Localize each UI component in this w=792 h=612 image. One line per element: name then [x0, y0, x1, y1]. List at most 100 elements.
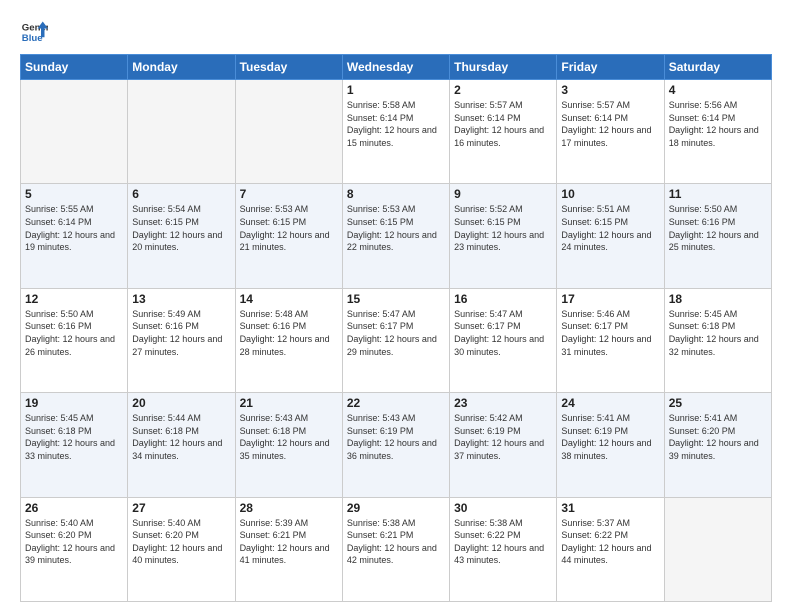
header: General Blue — [20, 18, 772, 46]
day-number: 1 — [347, 83, 445, 97]
calendar-cell: 29 Sunrise: 5:38 AMSunset: 6:21 PMDayligh… — [342, 497, 449, 601]
day-number: 11 — [669, 187, 767, 201]
day-info: Sunrise: 5:38 AMSunset: 6:21 PMDaylight:… — [347, 517, 445, 567]
calendar-cell: 9 Sunrise: 5:52 AMSunset: 6:15 PMDaylight… — [450, 184, 557, 288]
day-info: Sunrise: 5:38 AMSunset: 6:22 PMDaylight:… — [454, 517, 552, 567]
weekday-header: Wednesday — [342, 55, 449, 80]
calendar-cell: 21Sunrise: 5:43 AMSunset: 6:18 PMDayligh… — [235, 393, 342, 497]
day-info: Sunrise: 5:44 AMSunset: 6:18 PMDaylight:… — [132, 412, 230, 462]
day-info: Sunrise: 5:48 AMSunset: 6:16 PMDaylight:… — [240, 308, 338, 358]
day-info: Sunrise: 5:50 AMSunset: 6:16 PMDaylight:… — [669, 203, 767, 253]
day-number: 16 — [454, 292, 552, 306]
day-number: 31 — [561, 501, 659, 515]
day-info: Sunrise: 5:40 AMSunset: 6:20 PMDaylight:… — [132, 517, 230, 567]
calendar-cell: 17 Sunrise: 5:46 AMSunset: 6:17 PMDayligh… — [557, 288, 664, 392]
calendar-cell: 23Sunrise: 5:42 AMSunset: 6:19 PMDayligh… — [450, 393, 557, 497]
weekday-header: Tuesday — [235, 55, 342, 80]
day-number: 3 — [561, 83, 659, 97]
calendar-cell: 30 Sunrise: 5:38 AMSunset: 6:22 PMDayligh… — [450, 497, 557, 601]
logo: General Blue — [20, 18, 48, 46]
calendar-cell: 19 Sunrise: 5:45 AMSunset: 6:18 PMDayligh… — [21, 393, 128, 497]
day-number: 22 — [347, 396, 445, 410]
day-number: 29 — [347, 501, 445, 515]
day-number: 19 — [25, 396, 123, 410]
calendar-cell — [21, 80, 128, 184]
day-number: 28 — [240, 501, 338, 515]
calendar-cell: 25 Sunrise: 5:41 AMSunset: 6:20 PMDayligh… — [664, 393, 771, 497]
day-number: 9 — [454, 187, 552, 201]
day-number: 26 — [25, 501, 123, 515]
day-info: Sunrise: 5:41 AMSunset: 6:19 PMDaylight:… — [561, 412, 659, 462]
day-number: 6 — [132, 187, 230, 201]
calendar-cell: 27Sunrise: 5:40 AMSunset: 6:20 PMDayligh… — [128, 497, 235, 601]
day-info: Sunrise: 5:50 AMSunset: 6:16 PMDaylight:… — [25, 308, 123, 358]
day-info: Sunrise: 5:52 AMSunset: 6:15 PMDaylight:… — [454, 203, 552, 253]
day-number: 5 — [25, 187, 123, 201]
day-info: Sunrise: 5:45 AMSunset: 6:18 PMDaylight:… — [669, 308, 767, 358]
day-number: 18 — [669, 292, 767, 306]
svg-text:Blue: Blue — [22, 33, 43, 44]
day-info: Sunrise: 5:37 AMSunset: 6:22 PMDaylight:… — [561, 517, 659, 567]
calendar-cell: 10 Sunrise: 5:51 AMSunset: 6:15 PMDayligh… — [557, 184, 664, 288]
day-info: Sunrise: 5:46 AMSunset: 6:17 PMDaylight:… — [561, 308, 659, 358]
calendar-cell: 2Sunrise: 5:57 AMSunset: 6:14 PMDaylight… — [450, 80, 557, 184]
calendar-cell: 12 Sunrise: 5:50 AMSunset: 6:16 PMDayligh… — [21, 288, 128, 392]
day-number: 30 — [454, 501, 552, 515]
day-info: Sunrise: 5:40 AMSunset: 6:20 PMDaylight:… — [25, 517, 123, 567]
day-info: Sunrise: 5:49 AMSunset: 6:16 PMDaylight:… — [132, 308, 230, 358]
day-number: 12 — [25, 292, 123, 306]
weekday-header-row: SundayMondayTuesdayWednesdayThursdayFrid… — [21, 55, 772, 80]
calendar-week-row: 12 Sunrise: 5:50 AMSunset: 6:16 PMDayligh… — [21, 288, 772, 392]
day-number: 4 — [669, 83, 767, 97]
calendar-cell: 26 Sunrise: 5:40 AMSunset: 6:20 PMDayligh… — [21, 497, 128, 601]
day-info: Sunrise: 5:45 AMSunset: 6:18 PMDaylight:… — [25, 412, 123, 462]
day-number: 7 — [240, 187, 338, 201]
calendar-cell: 5 Sunrise: 5:55 AMSunset: 6:14 PMDaylight… — [21, 184, 128, 288]
day-info: Sunrise: 5:47 AMSunset: 6:17 PMDaylight:… — [454, 308, 552, 358]
day-info: Sunrise: 5:53 AMSunset: 6:15 PMDaylight:… — [347, 203, 445, 253]
calendar-week-row: 5 Sunrise: 5:55 AMSunset: 6:14 PMDaylight… — [21, 184, 772, 288]
calendar-week-row: 1Sunrise: 5:58 AMSunset: 6:14 PMDaylight… — [21, 80, 772, 184]
day-info: Sunrise: 5:56 AMSunset: 6:14 PMDaylight:… — [669, 99, 767, 149]
calendar-cell — [235, 80, 342, 184]
day-number: 8 — [347, 187, 445, 201]
calendar-cell — [664, 497, 771, 601]
weekday-header: Monday — [128, 55, 235, 80]
day-info: Sunrise: 5:51 AMSunset: 6:15 PMDaylight:… — [561, 203, 659, 253]
calendar-cell: 6 Sunrise: 5:54 AMSunset: 6:15 PMDaylight… — [128, 184, 235, 288]
day-info: Sunrise: 5:47 AMSunset: 6:17 PMDaylight:… — [347, 308, 445, 358]
day-info: Sunrise: 5:53 AMSunset: 6:15 PMDaylight:… — [240, 203, 338, 253]
calendar-cell: 13 Sunrise: 5:49 AMSunset: 6:16 PMDayligh… — [128, 288, 235, 392]
calendar-cell: 24 Sunrise: 5:41 AMSunset: 6:19 PMDayligh… — [557, 393, 664, 497]
calendar-cell: 18 Sunrise: 5:45 AMSunset: 6:18 PMDayligh… — [664, 288, 771, 392]
calendar-cell: 1Sunrise: 5:58 AMSunset: 6:14 PMDaylight… — [342, 80, 449, 184]
day-number: 20 — [132, 396, 230, 410]
day-info: Sunrise: 5:39 AMSunset: 6:21 PMDaylight:… — [240, 517, 338, 567]
calendar-week-row: 26 Sunrise: 5:40 AMSunset: 6:20 PMDayligh… — [21, 497, 772, 601]
day-info: Sunrise: 5:41 AMSunset: 6:20 PMDaylight:… — [669, 412, 767, 462]
calendar-cell: 31 Sunrise: 5:37 AMSunset: 6:22 PMDayligh… — [557, 497, 664, 601]
calendar-cell: 4 Sunrise: 5:56 AMSunset: 6:14 PMDaylight… — [664, 80, 771, 184]
day-number: 13 — [132, 292, 230, 306]
calendar-cell: 14Sunrise: 5:48 AMSunset: 6:16 PMDayligh… — [235, 288, 342, 392]
calendar-cell: 8 Sunrise: 5:53 AMSunset: 6:15 PMDaylight… — [342, 184, 449, 288]
weekday-header: Friday — [557, 55, 664, 80]
calendar-week-row: 19 Sunrise: 5:45 AMSunset: 6:18 PMDayligh… — [21, 393, 772, 497]
calendar-cell: 28 Sunrise: 5:39 AMSunset: 6:21 PMDayligh… — [235, 497, 342, 601]
day-info: Sunrise: 5:42 AMSunset: 6:19 PMDaylight:… — [454, 412, 552, 462]
calendar-cell: 20 Sunrise: 5:44 AMSunset: 6:18 PMDayligh… — [128, 393, 235, 497]
calendar-cell: 7 Sunrise: 5:53 AMSunset: 6:15 PMDaylight… — [235, 184, 342, 288]
day-number: 25 — [669, 396, 767, 410]
day-info: Sunrise: 5:54 AMSunset: 6:15 PMDaylight:… — [132, 203, 230, 253]
calendar-cell: 16 Sunrise: 5:47 AMSunset: 6:17 PMDayligh… — [450, 288, 557, 392]
day-number: 21 — [240, 396, 338, 410]
day-number: 10 — [561, 187, 659, 201]
day-info: Sunrise: 5:57 AMSunset: 6:14 PMDaylight:… — [561, 99, 659, 149]
weekday-header: Sunday — [21, 55, 128, 80]
day-info: Sunrise: 5:55 AMSunset: 6:14 PMDaylight:… — [25, 203, 123, 253]
day-number: 24 — [561, 396, 659, 410]
day-number: 2 — [454, 83, 552, 97]
calendar-cell — [128, 80, 235, 184]
calendar-cell: 15Sunrise: 5:47 AMSunset: 6:17 PMDayligh… — [342, 288, 449, 392]
day-number: 17 — [561, 292, 659, 306]
